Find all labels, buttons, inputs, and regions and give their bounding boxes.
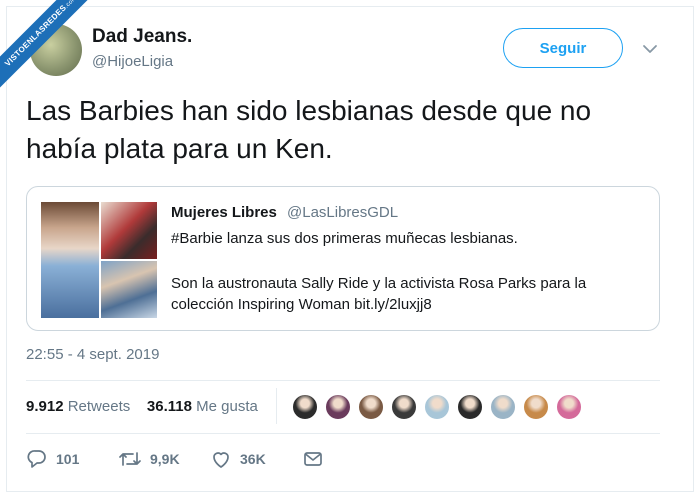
quoted-author-handle: @LasLibresGDL (287, 204, 399, 221)
follow-button[interactable]: Seguir (503, 28, 623, 68)
liker-avatar[interactable] (490, 394, 516, 420)
tweet-stats: 9.912 Retweets 36.118 Me gusta (26, 398, 258, 415)
like-action[interactable]: 36K (210, 448, 266, 470)
quoted-author-name: Mujeres Libres (171, 204, 277, 221)
quoted-tweet-image[interactable] (41, 202, 157, 318)
quoted-text-line: #Barbie lanza sus dos primeras muñecas l… (171, 230, 518, 247)
liker-avatar[interactable] (523, 394, 549, 420)
liker-avatar[interactable] (358, 394, 384, 420)
likes-count[interactable]: 36.118 (147, 398, 192, 415)
image-activist-doll (101, 202, 157, 259)
retweet-action[interactable]: 9,9K (118, 448, 180, 470)
liker-avatar[interactable] (292, 394, 318, 420)
likes-label[interactable]: Me gusta (196, 398, 258, 415)
stats-separator (276, 388, 277, 424)
tweet-text-line: había plata para un Ken. (26, 133, 333, 164)
divider (26, 433, 660, 434)
liker-avatar[interactable] (457, 394, 483, 420)
quoted-text-line: colección Inspiring Woman bit.ly/2luxjj8 (171, 296, 432, 313)
quoted-text-line: Son la austronauta Sally Ride y la activ… (171, 275, 587, 292)
chevron-down-icon[interactable] (641, 40, 659, 58)
message-action[interactable] (302, 448, 324, 470)
image-dolls-detail (101, 261, 157, 318)
like-count: 36K (240, 451, 266, 467)
divider (26, 380, 660, 381)
retweet-count: 9,9K (150, 451, 180, 467)
liker-avatar[interactable] (424, 394, 450, 420)
message-icon[interactable] (302, 448, 324, 470)
tweet-text: Las Barbies han sido lesbianas desde que… (26, 92, 686, 168)
liker-avatar[interactable] (391, 394, 417, 420)
tweet-actions: 101 9,9K 36K (26, 448, 666, 472)
liker-avatar[interactable] (325, 394, 351, 420)
retweets-count[interactable]: 9.912 (26, 398, 64, 415)
heart-icon[interactable] (210, 448, 232, 470)
liker-avatar[interactable] (556, 394, 582, 420)
watermark-sub: .com (63, 0, 79, 10)
tweet-text-line: Las Barbies han sido lesbianas desde que… (26, 95, 592, 126)
image-astronaut-doll (41, 202, 99, 318)
reply-count: 101 (56, 451, 80, 467)
reply-icon[interactable] (26, 448, 48, 470)
retweet-icon[interactable] (118, 448, 142, 470)
author-name[interactable]: Dad Jeans. (92, 26, 192, 48)
tweet-timestamp[interactable]: 22:55 - 4 sept. 2019 (26, 346, 159, 363)
quoted-tweet[interactable]: Mujeres Libres @LasLibresGDL #Barbie lan… (26, 186, 660, 331)
reply-action[interactable]: 101 (26, 448, 79, 470)
retweets-label[interactable]: Retweets (68, 398, 131, 415)
author-handle[interactable]: @HijoeLigia (92, 53, 173, 70)
